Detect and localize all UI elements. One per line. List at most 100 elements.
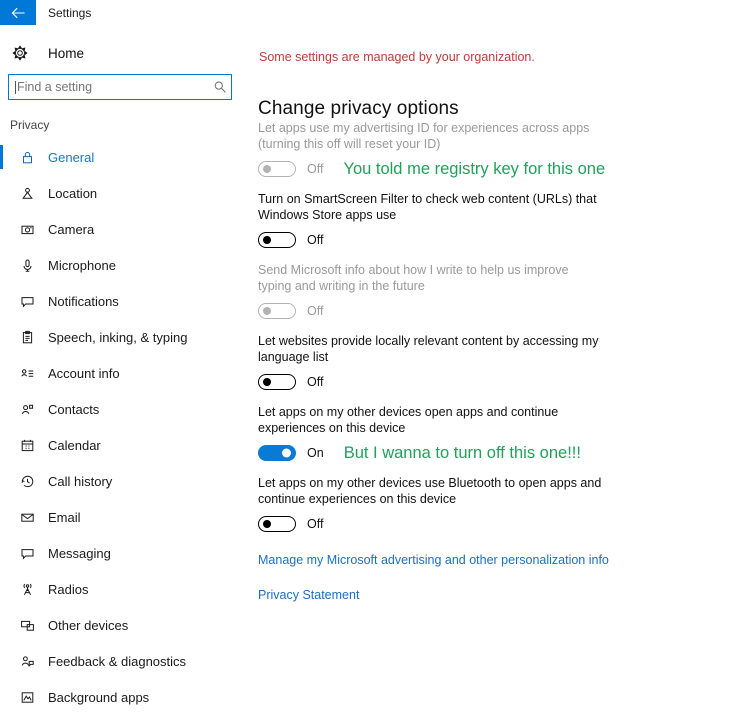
setting-description: Let apps use my advertising ID for exper…: [258, 121, 590, 151]
sidebar-item-speech-inking-typing[interactable]: Speech, inking, & typing: [0, 319, 245, 355]
sidebar-item-call-history[interactable]: Call history: [0, 463, 245, 499]
sidebar-item-other-devices[interactable]: Other devices: [0, 607, 245, 643]
managed-by-organization-note: Some settings are managed by your organi…: [259, 50, 535, 64]
sidebar-item-camera-label: Camera: [48, 221, 95, 237]
accent-bar: [0, 253, 3, 277]
setting-continue-experiences: Let apps on my other devices open apps a…: [258, 405, 738, 463]
setting-language-list: Let websites provide locally relevant co…: [258, 334, 738, 392]
sidebar-item-contacts-label: Contacts: [48, 401, 100, 417]
setting-typing-writing-info: Send Microsoft info about how I write to…: [258, 263, 738, 321]
toggle-state-label: Off: [307, 375, 324, 389]
sidebar-item-general[interactable]: General: [0, 139, 245, 175]
toggle-knob: [263, 165, 271, 173]
contacts-person-icon: [14, 402, 40, 417]
sidebar-item-notifications-label: Notifications: [48, 293, 119, 309]
sidebar-item-background-apps-label: Background apps: [48, 689, 150, 705]
annotation-text: You told me registry key for this one: [343, 159, 606, 178]
sidebar-item-other-devices-label: Other devices: [48, 617, 129, 633]
toggle-row: Off: [258, 230, 738, 250]
privacy-statement-link-row: Privacy Statement: [258, 586, 738, 604]
toggle-row: Off: [258, 301, 738, 321]
sidebar-item-camera[interactable]: Camera: [0, 211, 245, 247]
accent-bar: [0, 397, 3, 421]
background-apps-icon: [14, 690, 40, 705]
toggle-row: Off: [258, 372, 738, 392]
search-icon[interactable]: [209, 80, 231, 94]
accent-bar: [0, 541, 3, 565]
sidebar-item-calendar[interactable]: Calendar: [0, 427, 245, 463]
sidebar-item-account-info[interactable]: Account info: [0, 355, 245, 391]
toggle-row: On But I wanna to turn off this one!!!: [258, 443, 738, 463]
devices-icon: [14, 618, 40, 633]
back-button[interactable]: [0, 0, 36, 25]
sidebar-nav-list: General Location Camera Microphone Notif…: [0, 139, 245, 715]
search-box[interactable]: [8, 74, 232, 100]
window-title: Settings: [48, 6, 92, 20]
speech-bubble-icon: [14, 294, 40, 309]
annotation-text: But I wanna to turn off this one!!!: [343, 443, 581, 462]
toggle-knob: [263, 236, 271, 244]
sidebar: Home Privacy: [0, 25, 245, 723]
sidebar-item-radios-label: Radios: [48, 581, 89, 597]
sidebar-item-calendar-label: Calendar: [48, 437, 101, 453]
manage-advertising-link[interactable]: Manage my Microsoft advertising and othe…: [258, 553, 609, 567]
accent-bar: [0, 469, 3, 493]
accent-bar: [0, 613, 3, 637]
sidebar-item-email[interactable]: Email: [0, 499, 245, 535]
toggle-state-label: Off: [307, 162, 324, 176]
sidebar-item-contacts[interactable]: Contacts: [0, 391, 245, 427]
sidebar-item-messaging[interactable]: Messaging: [0, 535, 245, 571]
accent-bar: [0, 325, 3, 349]
sidebar-item-background-apps[interactable]: Background apps: [0, 679, 245, 715]
calendar-icon: [14, 438, 40, 453]
lock-icon: [14, 150, 40, 165]
sidebar-item-radios[interactable]: Radios: [0, 571, 245, 607]
accent-bar: [0, 505, 3, 529]
sidebar-item-microphone[interactable]: Microphone: [0, 247, 245, 283]
smartscreen-filter-toggle[interactable]: [258, 232, 296, 248]
toggle-knob: [263, 378, 271, 386]
toggle-state-label: On: [307, 446, 324, 460]
broadcast-tower-icon: [14, 582, 40, 597]
sidebar-item-messaging-label: Messaging: [48, 545, 111, 561]
toggle-row: Off: [258, 514, 738, 534]
location-pin-icon: [14, 186, 40, 201]
setting-description: Let apps on my other devices open apps a…: [258, 405, 559, 435]
sidebar-item-account-info-label: Account info: [48, 365, 120, 381]
toggle-knob: [263, 307, 271, 315]
title-bar: Settings: [0, 0, 750, 25]
accent-bar: [0, 217, 3, 241]
main-content: Some settings are managed by your organi…: [245, 25, 750, 723]
sidebar-item-feedback-label: Feedback & diagnostics: [48, 653, 187, 669]
setting-description: Let websites provide locally relevant co…: [258, 334, 599, 364]
sidebar-item-home-label: Home: [48, 45, 85, 61]
setting-smartscreen-filter: Turn on SmartScreen Filter to check web …: [258, 192, 738, 250]
continue-experiences-toggle[interactable]: [258, 445, 296, 461]
sidebar-item-feedback-diagnostics[interactable]: Feedback & diagnostics: [0, 643, 245, 679]
privacy-statement-link[interactable]: Privacy Statement: [258, 588, 359, 602]
accent-bar: [0, 181, 3, 205]
sidebar-item-notifications[interactable]: Notifications: [0, 283, 245, 319]
clock-history-icon: [14, 474, 40, 489]
feedback-person-icon: [14, 654, 40, 669]
setting-advertising-id: Let apps use my advertising ID for exper…: [258, 121, 738, 179]
toggle-row: Off You told me registry key for this on…: [258, 159, 738, 179]
accent-bar: [0, 577, 3, 601]
message-bubble-icon: [14, 546, 40, 561]
typing-writing-info-toggle[interactable]: [258, 303, 296, 319]
sidebar-item-home[interactable]: Home: [0, 38, 245, 68]
clipboard-icon: [14, 330, 40, 345]
sidebar-item-general-label: General: [48, 149, 95, 165]
bluetooth-continue-experiences-toggle[interactable]: [258, 516, 296, 532]
toggle-state-label: Off: [307, 517, 324, 531]
search-input[interactable]: [16, 76, 209, 98]
camera-icon: [14, 222, 40, 237]
setting-description: Send Microsoft info about how I write to…: [258, 263, 569, 293]
back-arrow-icon: [11, 7, 26, 19]
advertising-id-toggle[interactable]: [258, 161, 296, 177]
language-list-toggle[interactable]: [258, 374, 296, 390]
sidebar-item-location[interactable]: Location: [0, 175, 245, 211]
accent-bar: [0, 289, 3, 313]
sidebar-item-call-history-label: Call history: [48, 473, 113, 489]
accent-bar: [0, 649, 3, 673]
